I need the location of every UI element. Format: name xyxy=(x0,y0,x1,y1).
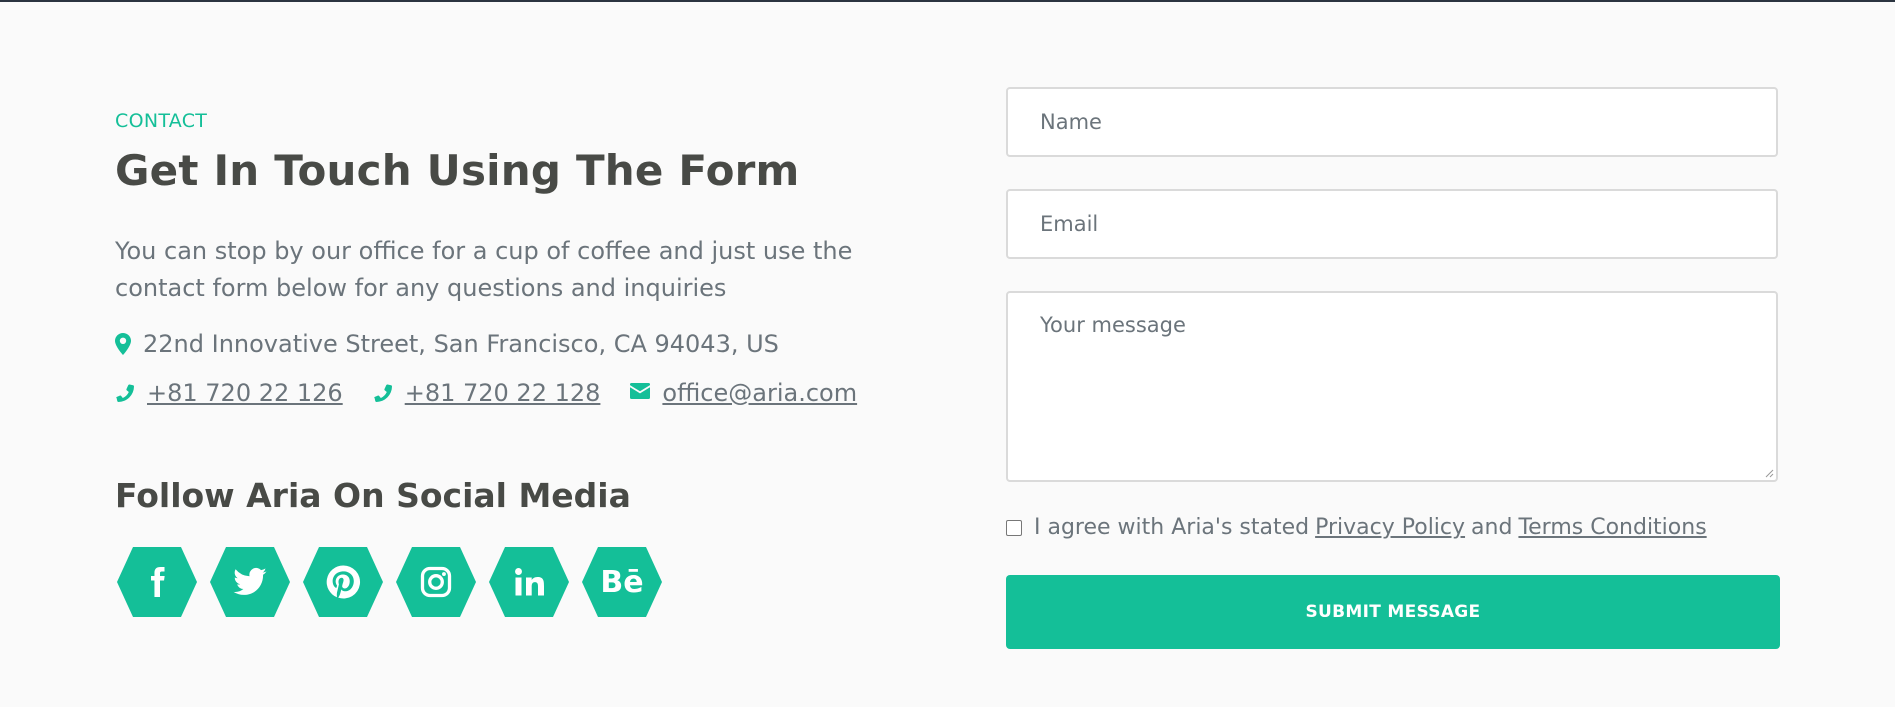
email-link[interactable]: office@aria.com xyxy=(662,379,857,407)
phone-icon xyxy=(373,383,393,403)
linkedin-icon[interactable] xyxy=(489,547,569,617)
address-line: 22nd Innovative Street, San Francisco, C… xyxy=(115,330,779,358)
social-heading: Follow Aria On Social Media xyxy=(115,476,631,515)
agree-and-text: and xyxy=(1471,515,1513,540)
phone-1: +81 720 22 126 xyxy=(115,379,343,407)
map-marker-icon xyxy=(115,333,131,355)
section-heading: Get In Touch Using The Form xyxy=(115,146,800,195)
email-contact: office@aria.com xyxy=(630,379,857,407)
phone-link-1[interactable]: +81 720 22 126 xyxy=(147,379,343,407)
phone-2: +81 720 22 128 xyxy=(373,379,601,407)
facebook-icon[interactable] xyxy=(117,547,197,617)
social-icons: Bē xyxy=(117,547,675,617)
behance-icon[interactable]: Bē xyxy=(582,547,662,617)
terms-conditions-link[interactable]: Terms Conditions xyxy=(1518,515,1706,540)
envelope-icon xyxy=(630,383,651,403)
twitter-icon[interactable] xyxy=(210,547,290,617)
message-textarea[interactable]: Your message xyxy=(1006,291,1778,482)
privacy-policy-link[interactable]: Privacy Policy xyxy=(1315,515,1465,540)
top-border xyxy=(0,0,1895,2)
message-placeholder: Your message xyxy=(1040,313,1186,337)
pinterest-icon[interactable] xyxy=(303,547,383,617)
phone-icon xyxy=(115,383,135,403)
name-input[interactable] xyxy=(1006,87,1778,157)
address-text: 22nd Innovative Street, San Francisco, C… xyxy=(143,330,779,358)
resize-grip-icon[interactable] xyxy=(1762,466,1774,478)
agree-text: I agree with Aria's stated xyxy=(1034,515,1310,540)
intro-text: You can stop by our office for a cup of … xyxy=(115,237,853,302)
section-eyebrow: CONTACT xyxy=(115,110,208,132)
behance-glyph: Bē xyxy=(600,564,644,600)
contact-links: +81 720 22 126 +81 720 22 128 office@ari… xyxy=(115,379,887,407)
terms-agreement: I agree with Aria's stated Privacy Polic… xyxy=(1006,515,1713,540)
agree-checkbox[interactable] xyxy=(1006,519,1022,536)
phone-link-2[interactable]: +81 720 22 128 xyxy=(405,379,601,407)
instagram-icon[interactable] xyxy=(396,547,476,617)
submit-message-button[interactable]: SUBMIT MESSAGE xyxy=(1006,575,1780,649)
email-input[interactable] xyxy=(1006,189,1778,259)
